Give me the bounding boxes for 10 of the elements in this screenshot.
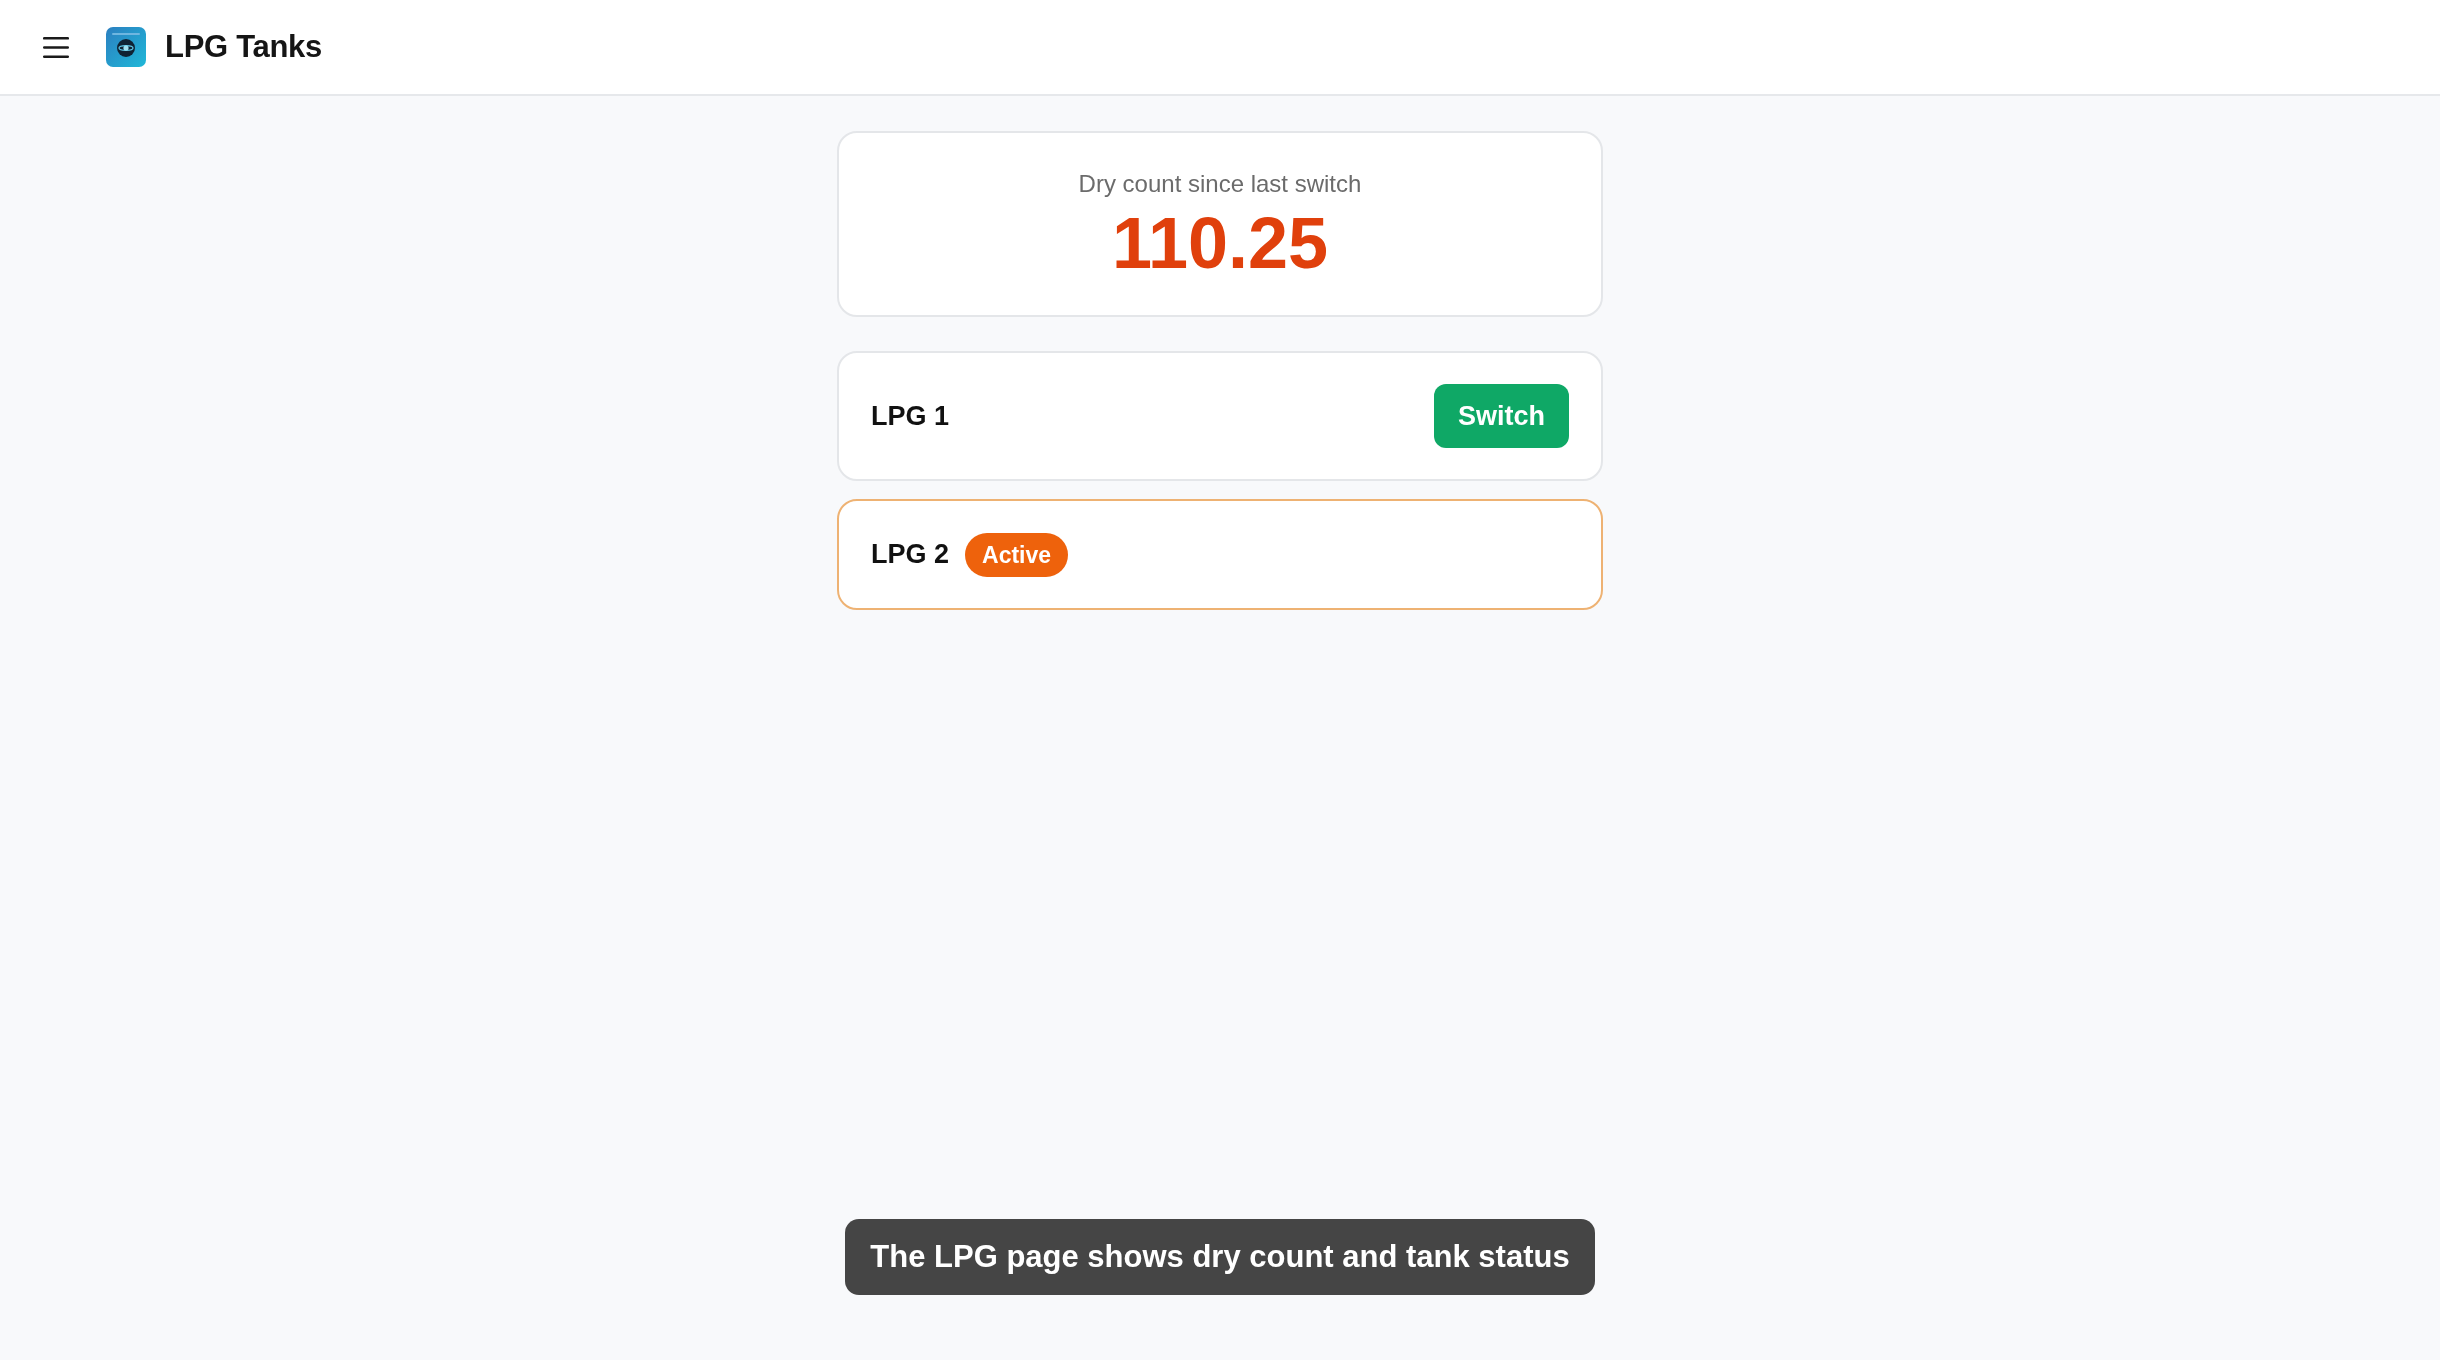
- switch-button[interactable]: Switch: [1434, 384, 1569, 448]
- app-logo-icon: [106, 27, 146, 67]
- active-badge: Active: [965, 532, 1069, 577]
- app-title: LPG Tanks: [165, 29, 322, 65]
- tank-name: LPG 2: [871, 539, 950, 570]
- dry-count-value: 110.25: [1111, 202, 1329, 285]
- dry-count-label: Dry count since last switch: [1078, 169, 1362, 199]
- menu-icon[interactable]: [43, 36, 69, 58]
- tank-name: LPG 1: [871, 400, 950, 432]
- toast-message: The LPG page shows dry count and tank status: [845, 1219, 1595, 1295]
